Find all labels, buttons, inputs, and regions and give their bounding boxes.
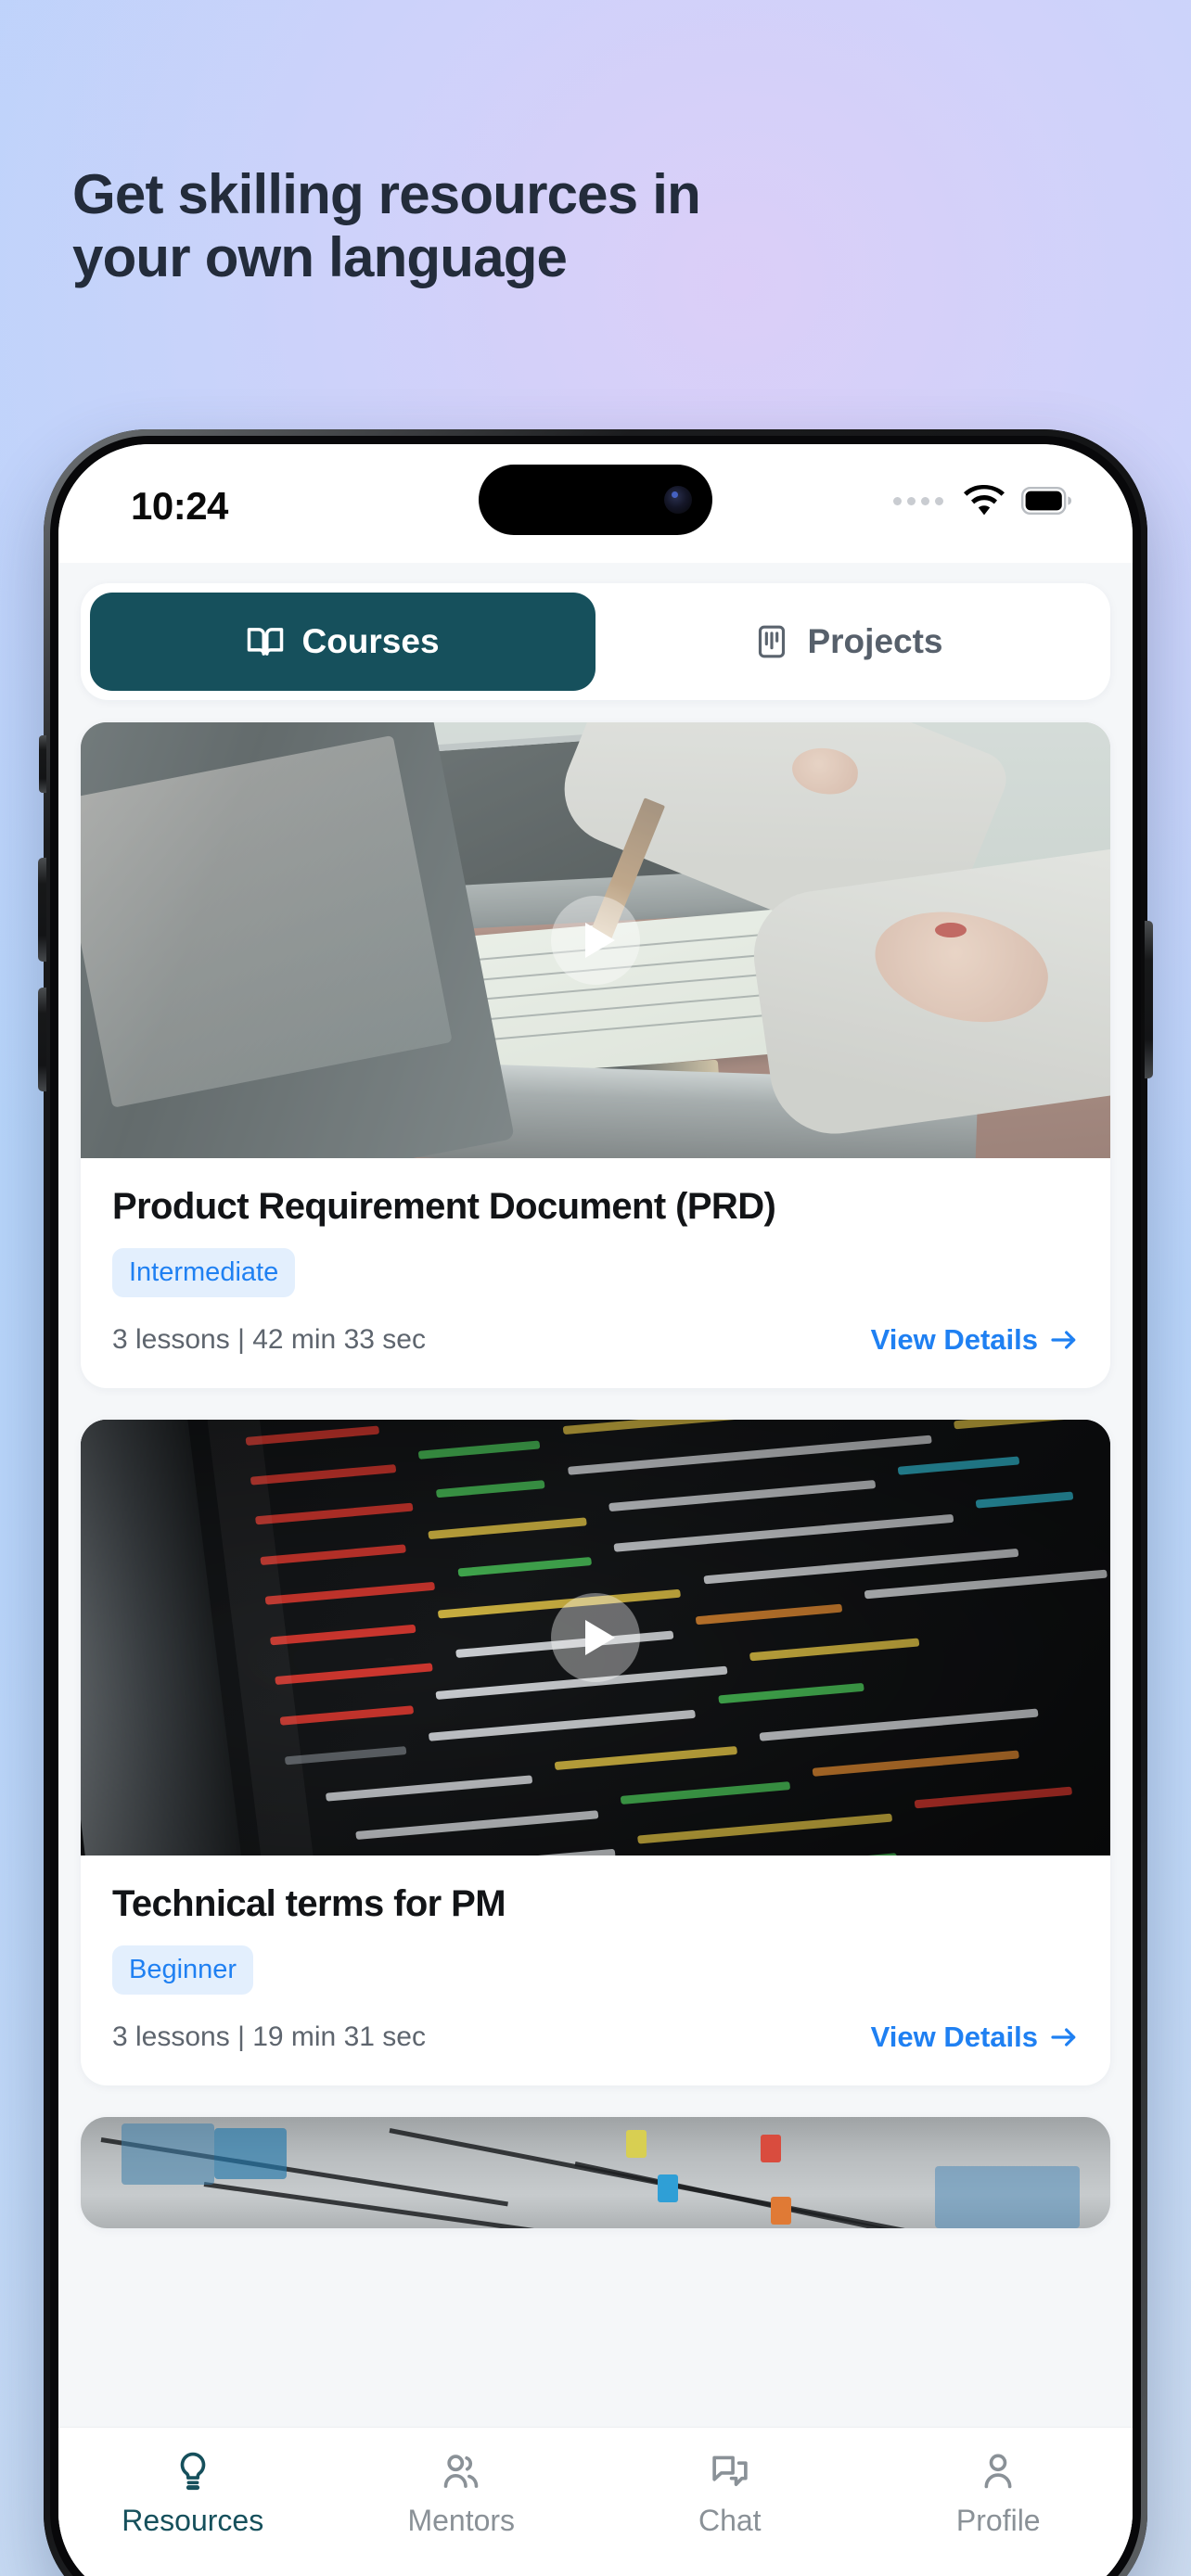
segmented-control: Courses Projects bbox=[81, 583, 1110, 700]
course-card[interactable] bbox=[81, 2117, 1110, 2228]
person-icon bbox=[977, 2450, 1019, 2493]
play-icon[interactable] bbox=[551, 896, 640, 985]
view-details-button[interactable]: View Details bbox=[871, 1323, 1079, 1357]
dynamic-island bbox=[479, 465, 712, 535]
front-camera-icon bbox=[664, 486, 692, 514]
course-card[interactable]: Product Requirement Document (PRD) Inter… bbox=[81, 722, 1110, 1388]
tab-projects-label: Projects bbox=[807, 622, 943, 660]
bottom-navigation-bar: Resources Mentors Chat Profile bbox=[58, 2427, 1133, 2576]
course-thumbnail[interactable] bbox=[81, 722, 1110, 1158]
course-card-body: Product Requirement Document (PRD) Inter… bbox=[81, 1158, 1110, 1388]
nav-item-resources[interactable]: Resources bbox=[58, 2450, 327, 2538]
course-meta: 3 lessons | 19 min 31 sec bbox=[112, 2021, 426, 2052]
status-badge: Beginner bbox=[112, 1945, 254, 1995]
nav-item-mentors-label: Mentors bbox=[407, 2504, 516, 2537]
users-icon bbox=[440, 2450, 482, 2493]
wifi-icon bbox=[964, 485, 1005, 516]
course-card-body: Technical terms for PM Beginner 3 lesson… bbox=[81, 1855, 1110, 2085]
play-icon[interactable] bbox=[551, 1593, 640, 1682]
open-book-icon bbox=[246, 622, 285, 661]
tab-courses-label: Courses bbox=[301, 622, 440, 660]
status-badge: Intermediate bbox=[112, 1248, 296, 1297]
status-bar-indicators bbox=[893, 485, 1073, 516]
status-bar: 10:24 bbox=[58, 444, 1133, 563]
nav-item-mentors[interactable]: Mentors bbox=[327, 2450, 596, 2538]
nav-item-chat-label: Chat bbox=[698, 2504, 762, 2537]
status-bar-clock: 10:24 bbox=[131, 484, 228, 528]
battery-icon bbox=[1021, 487, 1073, 515]
course-meta: 3 lessons | 42 min 33 sec bbox=[112, 1324, 426, 1355]
nav-item-profile[interactable]: Profile bbox=[864, 2450, 1133, 2538]
signal-dots-icon bbox=[893, 496, 943, 505]
view-details-button[interactable]: View Details bbox=[871, 2021, 1079, 2054]
course-thumbnail[interactable] bbox=[81, 1420, 1110, 1855]
tab-projects[interactable]: Projects bbox=[596, 593, 1101, 691]
silent-switch-button[interactable] bbox=[39, 735, 46, 793]
course-card-footer: 3 lessons | 42 min 33 sec View Details bbox=[112, 1323, 1079, 1357]
course-card[interactable]: Technical terms for PM Beginner 3 lesson… bbox=[81, 1420, 1110, 2085]
app-content: Courses Projects Product Requirement Doc… bbox=[58, 563, 1133, 2576]
view-details-label: View Details bbox=[870, 1323, 1038, 1356]
volume-up-button[interactable] bbox=[38, 858, 46, 962]
lightbulb-icon bbox=[172, 2450, 214, 2493]
course-list: Product Requirement Document (PRD) Inter… bbox=[58, 700, 1133, 2228]
phone-mockup-frame: 10:24 Courses Projects Product Requireme… bbox=[38, 429, 1153, 2576]
course-thumbnail[interactable] bbox=[81, 2117, 1110, 2228]
phone-screen: 10:24 Courses Projects Product Requireme… bbox=[58, 444, 1133, 2576]
volume-down-button[interactable] bbox=[38, 988, 46, 1091]
tab-courses[interactable]: Courses bbox=[90, 593, 596, 691]
power-button[interactable] bbox=[1145, 921, 1153, 1078]
page-title: Get skilling resources in your own langu… bbox=[72, 163, 1056, 289]
course-title: Product Requirement Document (PRD) bbox=[112, 1186, 776, 1227]
nav-item-resources-label: Resources bbox=[122, 2504, 264, 2537]
headline-line-1: Get skilling resources in bbox=[72, 163, 701, 225]
kanban-board-icon bbox=[753, 623, 790, 660]
headline-line-2: your own language bbox=[72, 225, 568, 288]
course-title: Technical terms for PM bbox=[112, 1883, 506, 1924]
view-details-label: View Details bbox=[870, 2021, 1038, 2053]
whiteboard-sticky-notes-photo bbox=[81, 2117, 1110, 2228]
chat-bubbles-icon bbox=[709, 2450, 751, 2493]
nav-item-chat[interactable]: Chat bbox=[596, 2450, 864, 2538]
arrow-right-icon bbox=[1049, 1325, 1079, 1355]
arrow-right-icon bbox=[1049, 2022, 1079, 2052]
nav-item-profile-label: Profile bbox=[955, 2504, 1041, 2537]
course-card-footer: 3 lessons | 19 min 31 sec View Details bbox=[112, 2021, 1079, 2054]
